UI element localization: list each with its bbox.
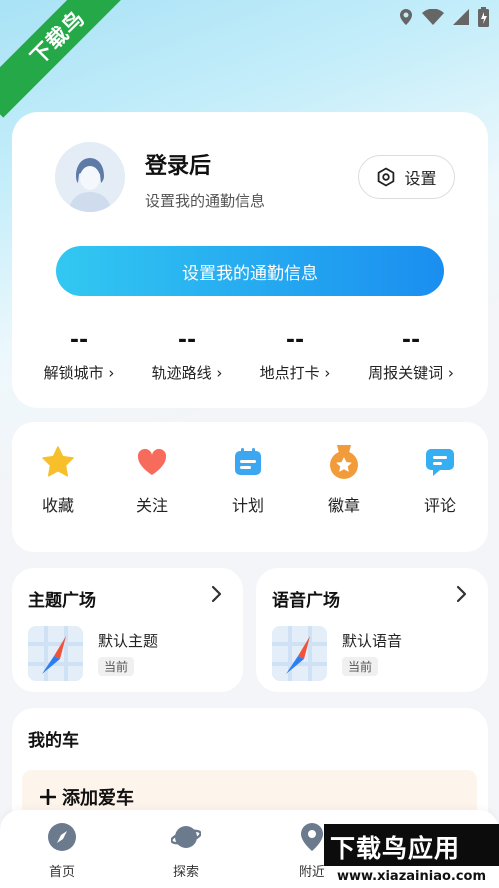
action-label: 计划 <box>231 496 264 515</box>
compass-arrow-icon <box>272 626 327 681</box>
theme-square-card[interactable]: 主题广场 默认主题 当前 <box>12 568 243 692</box>
heart-icon <box>134 444 170 480</box>
comment-icon <box>422 444 458 480</box>
medal-icon <box>326 444 362 480</box>
action-favorites[interactable]: 收藏 <box>18 444 98 516</box>
stat-label: 周报关键词 › <box>368 364 454 382</box>
plus-icon <box>40 789 56 805</box>
stat-value: -- <box>177 328 197 353</box>
action-follow[interactable]: 关注 <box>112 444 192 516</box>
profile-card: 登录后 设置我的通勤信息 设置 设置我的通勤信息 -- 解锁城市 › -- 轨迹… <box>12 112 488 408</box>
settings-button[interactable]: 设置 <box>358 155 455 199</box>
user-subtitle: 设置我的通勤信息 <box>145 192 266 210</box>
watermark-logo: 下载鸟应用 www.xiazainiao.com <box>324 824 499 888</box>
stat-track-routes[interactable]: -- 轨迹路线 › <box>132 330 242 383</box>
voice-square-title: 语音广场 <box>272 591 340 611</box>
signal-icon <box>453 9 469 25</box>
location-status-icon <box>400 9 412 25</box>
calendar-icon <box>230 444 266 480</box>
theme-thumbnail <box>28 626 83 681</box>
battery-icon <box>478 7 489 27</box>
user-placeholder-icon <box>55 142 125 212</box>
watermark-brand: 下载鸟应用 <box>330 834 461 863</box>
gear-icon <box>378 167 395 187</box>
action-label: 收藏 <box>41 496 74 515</box>
compass-icon <box>48 823 76 851</box>
stat-value: -- <box>69 328 89 353</box>
voice-name: 默认语音 <box>342 632 403 650</box>
stat-label: 解锁城市 › <box>43 364 115 382</box>
action-badges[interactable]: 徽章 <box>304 444 384 516</box>
avatar[interactable] <box>55 142 125 212</box>
voice-thumbnail <box>272 626 327 681</box>
theme-name: 默认主题 <box>98 632 159 650</box>
action-plan[interactable]: 计划 <box>208 444 288 516</box>
stat-unlocked-cities[interactable]: -- 解锁城市 › <box>24 330 134 383</box>
stat-value: -- <box>285 328 305 353</box>
chevron-right-icon <box>211 585 222 603</box>
action-label: 评论 <box>423 496 456 515</box>
planet-icon <box>170 826 202 848</box>
commute-setup-button[interactable]: 设置我的通勤信息 <box>56 246 444 296</box>
action-comments[interactable]: 评论 <box>400 444 480 516</box>
settings-label: 设置 <box>404 169 437 188</box>
current-badge: 当前 <box>342 657 379 676</box>
voice-square-card[interactable]: 语音广场 默认语音 当前 <box>256 568 488 692</box>
quick-actions-card: 收藏 关注 计划 徽章 评论 <box>12 422 488 552</box>
theme-square-title: 主题广场 <box>28 591 96 611</box>
stat-weekly-keywords[interactable]: -- 周报关键词 › <box>355 330 467 383</box>
watermark-url: www.xiazainiao.com <box>324 866 499 888</box>
chevron-right-icon <box>456 585 467 603</box>
nav-home[interactable]: 首页 <box>22 822 102 880</box>
my-car-title: 我的车 <box>28 731 79 751</box>
stat-label: 轨迹路线 › <box>151 364 223 382</box>
stat-place-checkins[interactable]: -- 地点打卡 › <box>240 330 350 383</box>
action-label: 关注 <box>135 496 168 515</box>
action-label: 徽章 <box>327 496 360 515</box>
user-name[interactable]: 登录后 <box>145 148 211 180</box>
nav-label: 首页 <box>48 865 75 880</box>
star-icon <box>40 444 76 480</box>
wifi-icon <box>422 9 444 25</box>
stat-value: -- <box>401 328 421 353</box>
compass-arrow-icon <box>28 626 83 681</box>
stat-label: 地点打卡 › <box>259 364 331 382</box>
location-icon <box>301 823 323 851</box>
current-badge: 当前 <box>98 657 135 676</box>
add-car-label: 添加爱车 <box>62 788 134 809</box>
nav-label: 探索 <box>172 865 199 880</box>
nav-explore[interactable]: 探索 <box>146 822 226 880</box>
